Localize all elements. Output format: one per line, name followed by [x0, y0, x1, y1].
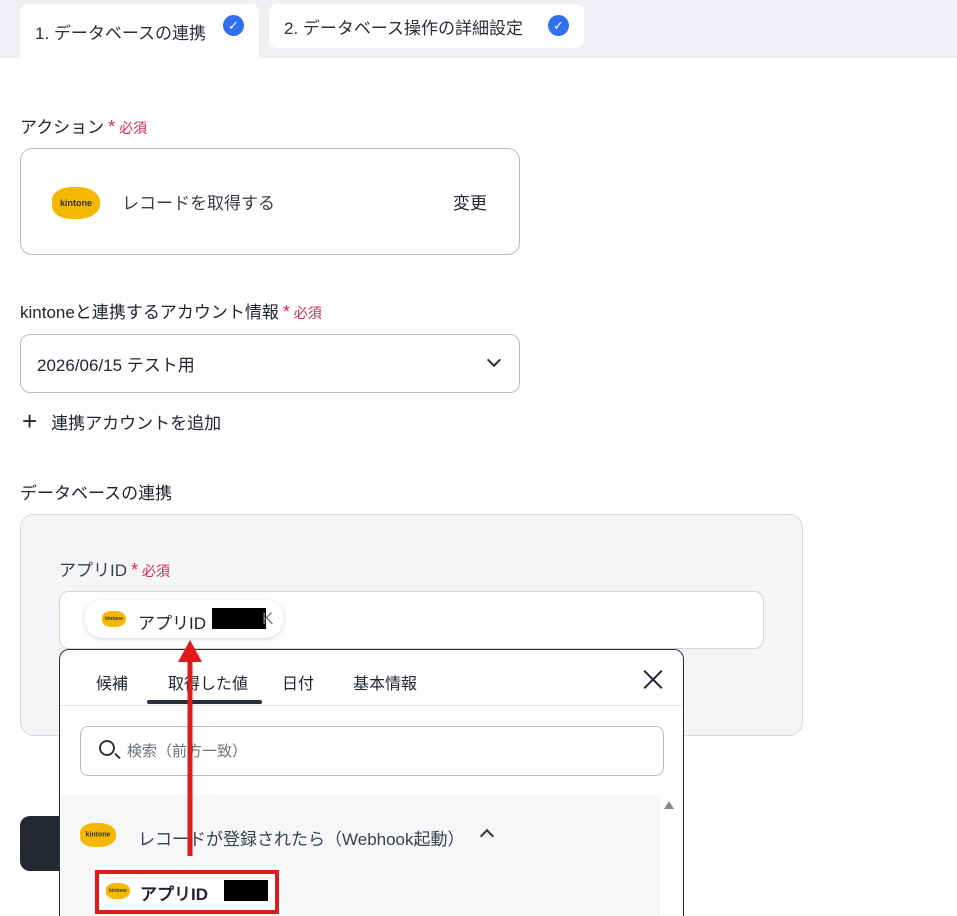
arrow-head — [178, 640, 202, 662]
annotation-arrow — [178, 640, 202, 856]
